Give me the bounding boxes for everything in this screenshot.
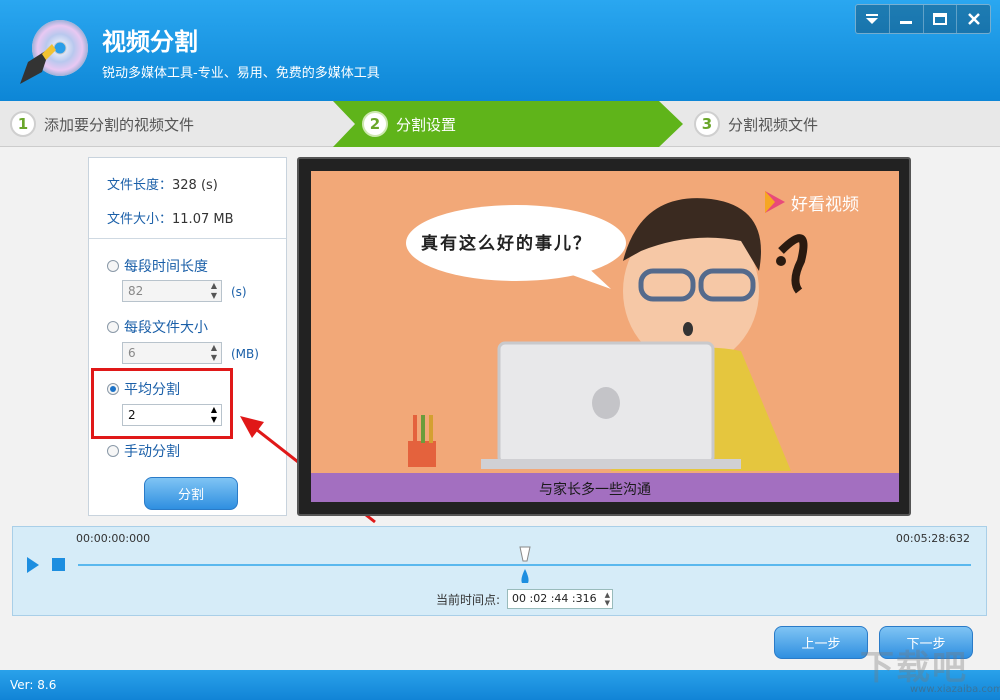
- current-time-label: 当前时间点:: [436, 593, 501, 607]
- brand-watermark: 好看视频: [761, 189, 859, 215]
- radio-per-time[interactable]: [107, 260, 119, 272]
- per-size-input[interactable]: 6 ▲ ▼: [122, 342, 222, 364]
- timeline-playhead-icon[interactable]: [518, 545, 532, 585]
- video-scene-icon: [311, 171, 899, 502]
- step-3-number: 3: [694, 111, 720, 137]
- per-size-unit: (MB): [231, 347, 259, 361]
- step-1: 1 添加要分割的视频文件: [10, 101, 194, 147]
- status-bar: Ver: 8.6: [0, 670, 1000, 700]
- brand-logo-icon: [765, 191, 785, 213]
- version-label: Ver: 8.6: [10, 678, 57, 692]
- menu-dropdown-icon[interactable]: [856, 5, 890, 33]
- timeline-start-time: 00:00:00:000: [76, 532, 151, 545]
- option-manual[interactable]: 手动分割: [107, 441, 180, 461]
- split-button[interactable]: 分割: [144, 477, 238, 510]
- step-1-number: 1: [10, 111, 36, 137]
- minimize-icon[interactable]: [890, 5, 924, 33]
- app-subtitle: 锐动多媒体工具-专业、易用、免费的多媒体工具: [102, 66, 380, 81]
- current-time-input[interactable]: 00 :02 :44 :316 ▲ ▼: [507, 589, 613, 609]
- spinner-arrows-icon[interactable]: ▲ ▼: [209, 281, 219, 301]
- spinner-arrows-icon[interactable]: ▲ ▼: [209, 343, 219, 363]
- file-length: 文件长度：328 (s): [107, 174, 218, 193]
- file-size: 文件大小：11.07 MB: [107, 208, 234, 227]
- option-per-time[interactable]: 每段时间长度: [107, 256, 208, 276]
- divider: [89, 238, 286, 239]
- video-preview: 真有这么好的事儿？ 好看视频 与家长多一些沟通: [297, 157, 911, 516]
- video-frame-image: 真有这么好的事儿？ 好看视频 与家长多一些沟通: [311, 171, 899, 502]
- step-2-label: 分割设置: [396, 115, 457, 134]
- option-per-size[interactable]: 每段文件大小: [107, 317, 208, 337]
- app-header: 视频分割 锐动多媒体工具-专业、易用、免费的多媒体工具: [0, 0, 1000, 101]
- step-2-number: 2: [362, 111, 388, 137]
- step-3: 3 分割视频文件: [694, 101, 818, 147]
- option-per-size-label: 每段文件大小: [124, 320, 208, 336]
- maximize-icon[interactable]: [924, 5, 958, 33]
- radio-manual[interactable]: [107, 445, 119, 457]
- per-time-input[interactable]: 82 ▲ ▼: [122, 280, 222, 302]
- stop-icon[interactable]: [51, 557, 67, 573]
- video-bubble-text: 真有这么好的事儿？: [421, 234, 592, 254]
- option-per-time-label: 每段时间长度: [124, 259, 208, 275]
- file-size-value: 11.07 MB: [172, 212, 234, 227]
- highlight-box: [91, 368, 233, 439]
- app-logo-icon: [20, 20, 88, 84]
- play-icon[interactable]: [25, 555, 41, 575]
- option-manual-label: 手动分割: [124, 444, 180, 460]
- per-time-unit: (s): [231, 285, 247, 299]
- per-size-value: 6: [128, 346, 136, 360]
- step-3-label: 分割视频文件: [728, 115, 819, 134]
- window-controls: [855, 4, 991, 34]
- file-size-label: 文件大小：: [107, 212, 173, 227]
- step-2: 2 分割设置: [362, 101, 456, 147]
- step-1-label: 添加要分割的视频文件: [44, 115, 195, 134]
- time-spinner-icon[interactable]: ▲ ▼: [605, 591, 610, 607]
- brand-name: 好看视频: [791, 194, 859, 215]
- file-length-label: 文件长度：: [107, 178, 173, 193]
- close-icon[interactable]: [957, 5, 990, 33]
- file-length-value: 328 (s): [172, 178, 218, 193]
- site-watermark-url: www.xiazaiba.com: [910, 684, 1000, 695]
- video-caption: 与家长多一些沟通: [539, 482, 651, 498]
- site-watermark: 下载吧: [860, 648, 968, 688]
- radio-per-size[interactable]: [107, 321, 119, 333]
- per-time-value: 82: [128, 284, 144, 298]
- timeline-panel: 00:00:00:000 00:05:28:632 当前时间点: 00 :02 …: [12, 526, 987, 616]
- prev-step-button[interactable]: 上一步: [774, 626, 868, 659]
- timeline-end-time: 00:05:28:632: [895, 532, 970, 545]
- app-title: 视频分割: [102, 28, 198, 56]
- current-time-value: 00 :02 :44 :316: [512, 592, 597, 605]
